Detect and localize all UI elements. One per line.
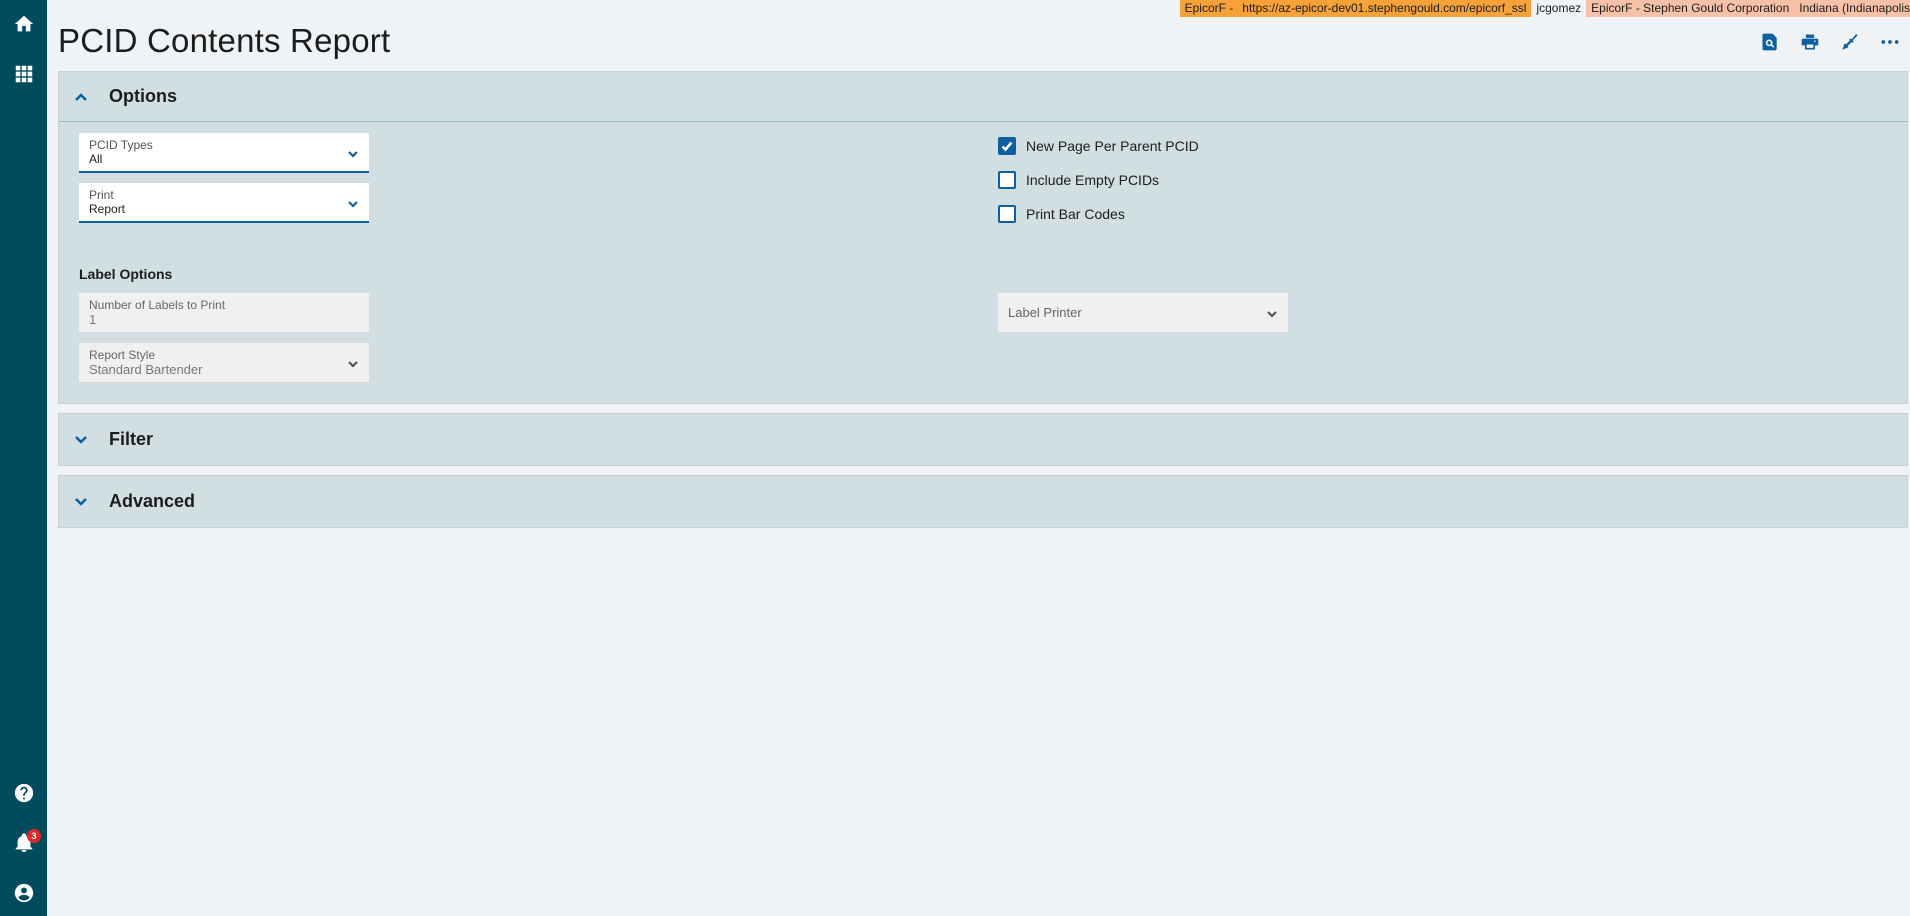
page-title: PCID Contents Report <box>58 22 391 59</box>
include-empty-pcids-checkbox[interactable]: Include Empty PCIDs <box>998 171 1159 189</box>
report-style-value: Standard Bartender <box>89 362 203 377</box>
pcid-types-select[interactable]: PCID Types All <box>79 133 369 173</box>
print-select[interactable]: Print Report <box>79 183 369 223</box>
options-panel: Options PCID Types All Print Report New … <box>58 71 1908 404</box>
env-site: Indiana (Indianapolis <box>1794 0 1910 17</box>
print-bar-codes-checkbox[interactable]: Print Bar Codes <box>998 205 1125 223</box>
number-of-labels-label: Number of Labels to Print <box>89 298 226 312</box>
environment-bar: EpicorF - https://az-epicor-dev01.stephe… <box>1179 0 1910 17</box>
report-style-select[interactable]: Report Style Standard Bartender <box>79 343 369 383</box>
filter-title: Filter <box>109 428 154 449</box>
chevron-down-icon <box>1266 307 1278 319</box>
advanced-panel: Advanced <box>58 475 1908 528</box>
clear-button[interactable] <box>1838 30 1862 54</box>
print-bar-codes-label: Print Bar Codes <box>1026 206 1125 222</box>
help-icon <box>14 783 33 803</box>
print-value: Report <box>89 202 126 216</box>
more-icon <box>1881 40 1899 44</box>
label-printer-placeholder: Label Printer <box>1008 305 1082 320</box>
clear-icon <box>1842 34 1858 50</box>
print-preview-icon <box>1762 33 1777 51</box>
label-options-title: Label Options <box>79 266 173 282</box>
env-user: jcgomez <box>1531 0 1587 17</box>
chevron-down-icon <box>59 431 103 447</box>
left-nav: 3 <box>0 0 47 916</box>
chevron-down-icon <box>347 357 359 369</box>
filter-panel: Filter <box>58 413 1908 466</box>
pcid-types-value: All <box>89 152 103 166</box>
toolbar <box>1758 30 1902 54</box>
number-of-labels-value: 1 <box>89 312 97 327</box>
home-icon <box>14 15 33 32</box>
chevron-down-icon <box>347 197 359 209</box>
user-button[interactable] <box>0 873 47 913</box>
home-button[interactable] <box>0 4 47 44</box>
print-label: Print <box>89 188 114 202</box>
report-style-label: Report Style <box>89 348 156 362</box>
checkbox-unchecked-icon <box>998 171 1016 189</box>
chevron-down-icon <box>59 493 103 509</box>
advanced-panel-header[interactable]: Advanced <box>59 476 1907 526</box>
label-printer-select[interactable]: Label Printer <box>998 293 1288 333</box>
print-button[interactable] <box>1798 30 1822 54</box>
env-org: EpicorF - Stephen Gould Corporation <box>1586 0 1795 17</box>
notification-badge: 3 <box>27 829 41 843</box>
new-page-per-parent-label: New Page Per Parent PCID <box>1026 138 1199 154</box>
number-of-labels-input[interactable]: Number of Labels to Print 1 <box>79 293 369 333</box>
notifications-button[interactable]: 3 <box>0 823 47 863</box>
chevron-down-icon <box>347 147 359 159</box>
advanced-title: Advanced <box>109 490 196 511</box>
env-company: EpicorF - <box>1179 0 1239 17</box>
env-url: https://az-epicor-dev01.stephengould.com… <box>1238 0 1532 17</box>
more-button[interactable] <box>1878 30 1902 54</box>
print-preview-button[interactable] <box>1758 30 1782 54</box>
checkbox-checked-icon <box>998 137 1016 155</box>
options-panel-header[interactable]: Options <box>59 72 1907 122</box>
apps-button[interactable] <box>0 54 47 94</box>
include-empty-pcids-label: Include Empty PCIDs <box>1026 172 1160 188</box>
user-icon <box>14 883 33 903</box>
new-page-per-parent-checkbox[interactable]: New Page Per Parent PCID <box>998 137 1199 155</box>
help-button[interactable] <box>0 773 47 813</box>
pcid-types-label: PCID Types <box>89 138 153 152</box>
print-icon <box>1801 34 1819 50</box>
chevron-up-icon <box>59 89 103 105</box>
options-title: Options <box>109 86 177 106</box>
filter-panel-header[interactable]: Filter <box>59 414 1907 464</box>
apps-grid-icon <box>15 65 32 83</box>
checkbox-unchecked-icon <box>998 205 1016 223</box>
